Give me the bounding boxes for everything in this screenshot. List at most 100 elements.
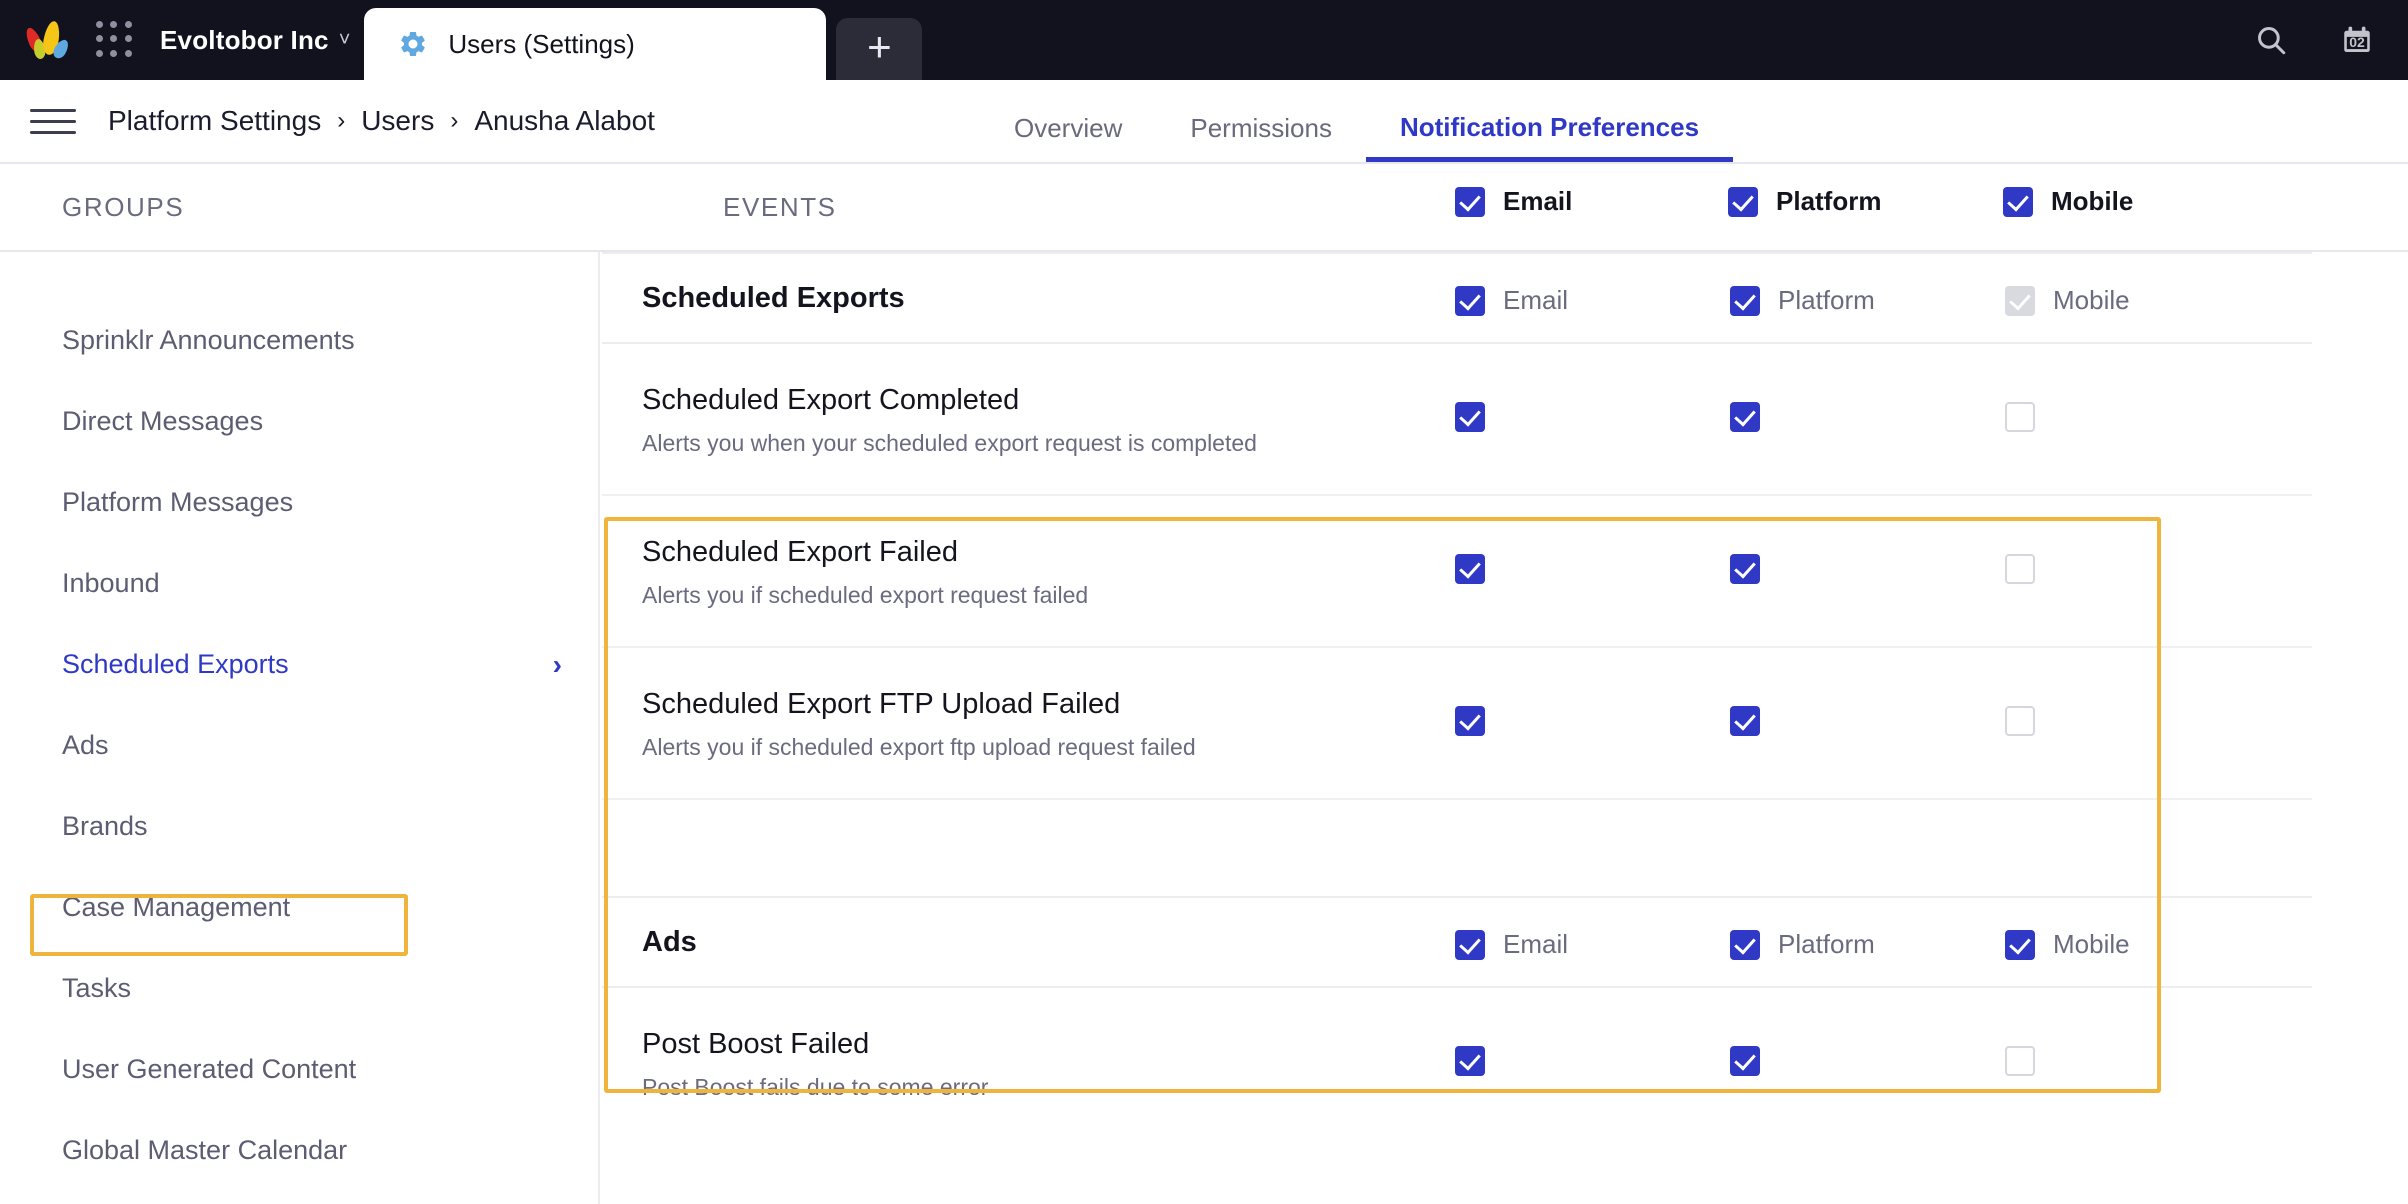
breadcrumb-separator: › [337,107,346,134]
group-checkbox-email[interactable]: Email [1455,929,1568,960]
event-description: Alerts you when your scheduled export re… [642,430,1257,457]
master-checkbox-email[interactable]: Email [1455,186,1572,217]
checkbox-label-mobile: Mobile [2051,186,2134,216]
search-icon[interactable] [2254,23,2288,57]
checkbox-mobile[interactable] [2005,929,2035,960]
event-description: Post Boost fails due to some error [642,1074,989,1101]
column-header-row: GROUPS EVENTS Email Platform Mobile [0,164,2408,252]
checkbox-email[interactable] [1455,285,1485,316]
checkbox-platform[interactable] [1730,929,1760,960]
group-header-scheduled-exports: Scheduled Exports Email Platform Mobile [602,252,2312,344]
org-switcher[interactable]: Evoltobor Inc ˅ [160,25,350,56]
breadcrumb-separator: › [450,107,459,134]
column-header-groups: GROUPS [62,192,185,222]
browser-tab-strip: Users (Settings) + [364,0,923,80]
tab-permissions[interactable]: Permissions [1156,113,1366,162]
group-header-ads: Ads Email Platform Mobile [602,896,2312,988]
org-name: Evoltobor Inc [160,24,329,55]
tab-overview[interactable]: Overview [980,113,1156,162]
checkbox-label-mobile: Mobile [2053,929,2130,959]
table-row: Scheduled Export Completed Alerts you wh… [602,344,2312,496]
hamburger-menu-icon[interactable] [30,101,76,142]
sidebar-item-global-master-calendar[interactable]: Global Master Calendar [0,1110,598,1191]
group-checkbox-email[interactable]: Email [1455,285,1568,316]
event-title: Scheduled Export Completed [642,384,1020,416]
calendar-icon[interactable]: 02 [2340,23,2374,57]
checkbox-email[interactable] [1455,186,1485,217]
top-bar: Evoltobor Inc ˅ Users (Settings) + 02 [0,0,2408,80]
groups-sidebar: Sprinklr Announcements Direct Messages P… [0,252,600,1204]
event-checkbox-email[interactable] [1455,706,1485,736]
event-title: Post Boost Failed [642,1028,870,1060]
calendar-day-label: 02 [2349,34,2365,50]
breadcrumb-item-users[interactable]: Users [361,105,434,137]
sidebar-item-inbound[interactable]: Inbound [0,543,598,624]
column-header-events: EVENTS [723,192,837,222]
checkbox-label-mobile: Mobile [2053,285,2130,315]
event-checkbox-mobile[interactable] [2005,706,2035,736]
event-checkbox-email[interactable] [1455,554,1485,584]
event-text: Scheduled Export Completed Alerts you wh… [642,382,1257,457]
event-checkbox-platform[interactable] [1730,1046,1760,1076]
checkbox-label-platform: Platform [1776,186,1882,216]
master-checkbox-platform[interactable]: Platform [1728,186,1881,217]
checkbox-label-platform: Platform [1778,929,1875,959]
group-checkbox-platform[interactable]: Platform [1730,929,1875,960]
group-name: Ads [642,925,697,958]
checkbox-mobile[interactable] [2003,186,2033,217]
event-description: Alerts you if scheduled export ftp uploa… [642,734,1196,761]
checkbox-label-platform: Platform [1778,285,1875,315]
tab-users-settings[interactable]: Users (Settings) [364,8,827,80]
sidebar-item-ads[interactable]: Ads [0,705,598,786]
chevron-right-icon: › [552,648,562,680]
group-name: Scheduled Exports [642,281,905,314]
sidebar-item-tasks[interactable]: Tasks [0,948,598,1029]
event-checkbox-platform[interactable] [1730,554,1760,584]
sidebar-item-sprinklr-announcements[interactable]: Sprinklr Announcements [0,300,598,381]
chevron-down-icon: ˅ [338,28,351,51]
checkbox-mobile[interactable] [2005,285,2035,316]
sidebar-item-platform-messages[interactable]: Platform Messages [0,462,598,543]
table-row: Scheduled Export Failed Alerts you if sc… [602,496,2312,648]
event-checkbox-mobile[interactable] [2005,402,2035,432]
nav-tabs: Overview Permissions Notification Prefer… [980,78,1734,162]
breadcrumb-item-platform-settings[interactable]: Platform Settings [108,105,321,137]
breadcrumb-bar: Platform Settings › Users › Anusha Alabo… [0,78,2408,234]
checkbox-email[interactable] [1455,929,1485,960]
group-checkbox-platform[interactable]: Platform [1730,285,1875,316]
sprinklr-logo-icon[interactable] [23,17,72,63]
checkbox-label-email: Email [1503,929,1569,959]
sidebar-item-label: Scheduled Exports [62,649,289,679]
checkbox-label-email: Email [1503,285,1569,315]
event-checkbox-email[interactable] [1455,1046,1485,1076]
sidebar-item-brands[interactable]: Brands [0,786,598,867]
new-tab-button[interactable]: + [836,18,923,80]
table-row: Scheduled Export FTP Upload Failed Alert… [602,648,2312,800]
events-panel: Scheduled Exports Email Platform Mobile … [602,252,2408,1204]
event-title: Scheduled Export FTP Upload Failed [642,688,1121,720]
sidebar-item-case-management[interactable]: Case Management [0,867,598,948]
event-text: Post Boost Failed Post Boost fails due t… [642,1026,988,1101]
event-checkbox-mobile[interactable] [2005,1046,2035,1076]
checkbox-platform[interactable] [1728,186,1758,217]
checkbox-platform[interactable] [1730,285,1760,316]
master-checkbox-mobile[interactable]: Mobile [2003,186,2133,217]
sidebar-item-scheduled-exports[interactable]: Scheduled Exports › [0,624,598,705]
app-grid-icon[interactable] [96,21,134,59]
group-checkbox-mobile[interactable]: Mobile [2005,929,2130,960]
event-checkbox-email[interactable] [1455,402,1485,432]
tab-notification-preferences[interactable]: Notification Preferences [1365,112,1734,162]
top-bar-right: 02 [2254,0,2374,80]
event-checkbox-platform[interactable] [1730,706,1760,736]
event-description: Alerts you if scheduled export request f… [642,582,1089,609]
event-checkbox-mobile[interactable] [2005,554,2035,584]
event-text: Scheduled Export FTP Upload Failed Alert… [642,686,1196,761]
breadcrumb-item-anusha-alabot[interactable]: Anusha Alabot [474,105,655,137]
sidebar-item-direct-messages[interactable]: Direct Messages [0,381,598,462]
sidebar-item-user-generated-content[interactable]: User Generated Content [0,1029,598,1110]
group-checkbox-mobile[interactable]: Mobile [2005,285,2130,316]
top-bar-left: Evoltobor Inc ˅ [0,0,350,80]
event-checkbox-platform[interactable] [1730,402,1760,432]
tab-title: Users (Settings) [448,28,635,59]
